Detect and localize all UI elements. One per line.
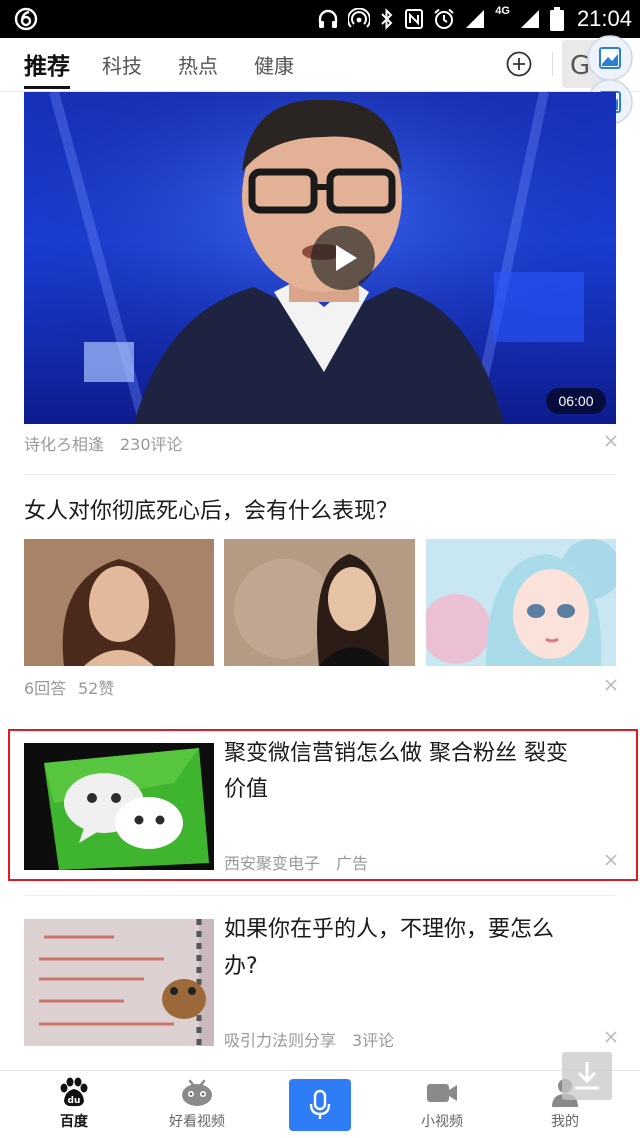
video-duration-badge: 06:00 xyxy=(546,388,606,414)
baidu-paw-icon: du xyxy=(60,1077,88,1107)
download-icon[interactable] xyxy=(562,1052,612,1100)
ad-image-wechat[interactable] xyxy=(24,743,214,870)
article-title-line-2[interactable]: 办? xyxy=(224,950,258,984)
add-channel-icon[interactable] xyxy=(506,51,532,77)
ad-label: 广告 xyxy=(336,854,369,873)
video-camera-icon xyxy=(427,1084,457,1102)
nav-mini-video[interactable]: 小视频 xyxy=(392,1077,492,1131)
tab-recommend[interactable]: 推荐 xyxy=(24,47,70,81)
svg-text:G: G xyxy=(570,51,590,81)
nfc-icon xyxy=(405,9,424,29)
answer-count: 6回答 xyxy=(24,679,67,698)
video-comment-count: 230评论 xyxy=(120,435,183,454)
active-tab-underline xyxy=(24,86,70,89)
nav-baidu[interactable]: du 百度 xyxy=(24,1077,124,1131)
ad-title-line-2[interactable]: 价值 xyxy=(224,773,268,807)
card-divider xyxy=(24,895,616,896)
nav-mine-label: 我的 xyxy=(551,1114,579,1130)
signal-icon-2 xyxy=(520,10,539,28)
svg-text:du: du xyxy=(68,1096,81,1106)
hotspot-icon xyxy=(348,8,371,28)
tab-separator xyxy=(552,52,553,76)
bottom-navigation: du 百度 好看视频 小视频 我的 xyxy=(0,1070,640,1138)
dismiss-article-card-icon[interactable] xyxy=(604,1030,618,1044)
video-thumbnail[interactable]: 06:00 xyxy=(24,92,616,424)
question-image-1[interactable] xyxy=(24,539,214,666)
article-source[interactable]: 吸引力法则分享 xyxy=(224,1027,336,1051)
dismiss-ad-card-icon[interactable] xyxy=(604,853,618,867)
article-title-line-1[interactable]: 如果你在乎的人，不理你，要怎么 xyxy=(224,913,554,947)
ad-title-line-1[interactable]: 聚变微信营销怎么做 聚合粉丝 裂变 xyxy=(224,737,568,771)
question-image-2[interactable] xyxy=(224,539,415,666)
haokan-icon xyxy=(182,1079,212,1106)
status-bar: 4G 21:04 xyxy=(0,0,640,38)
play-icon[interactable] xyxy=(311,226,375,290)
video-author[interactable]: 诗化ろ相逢 xyxy=(24,431,104,455)
dismiss-video-card-icon[interactable] xyxy=(604,434,618,448)
voice-search-button[interactable] xyxy=(289,1079,351,1131)
article-comment-count: 3评论 xyxy=(352,1031,395,1050)
nav-haokan-video[interactable]: 好看视频 xyxy=(147,1077,247,1131)
article-image[interactable] xyxy=(24,919,214,1046)
bluetooth-icon xyxy=(381,8,393,30)
channel-tab-bar: 推荐 科技 热点 健康 xyxy=(0,38,640,92)
app-notification-icon xyxy=(14,7,38,31)
nav-mini-video-label: 小视频 xyxy=(421,1114,463,1130)
dismiss-question-card-icon[interactable] xyxy=(604,678,618,692)
nav-baidu-label: 百度 xyxy=(60,1114,88,1130)
tab-hot[interactable]: 热点 xyxy=(178,50,218,79)
nav-haokan-label: 好看视频 xyxy=(169,1114,225,1130)
like-count: 52赞 xyxy=(78,679,115,698)
headphones-icon xyxy=(319,9,338,28)
microphone-icon xyxy=(309,1089,331,1119)
battery-icon xyxy=(549,7,564,31)
signal-icon xyxy=(466,10,485,28)
ad-advertiser: 西安聚变电子 xyxy=(224,854,321,873)
tab-tech[interactable]: 科技 xyxy=(102,50,142,79)
card-divider xyxy=(24,474,616,475)
tab-health[interactable]: 健康 xyxy=(254,50,294,79)
question-image-3[interactable] xyxy=(426,539,616,666)
question-title[interactable]: 女人对你彻底死心后，会有什么表现？ xyxy=(24,495,398,529)
network-type-label: 4G xyxy=(495,5,510,17)
alarm-icon xyxy=(434,8,454,29)
clock: 21:04 xyxy=(576,6,632,31)
